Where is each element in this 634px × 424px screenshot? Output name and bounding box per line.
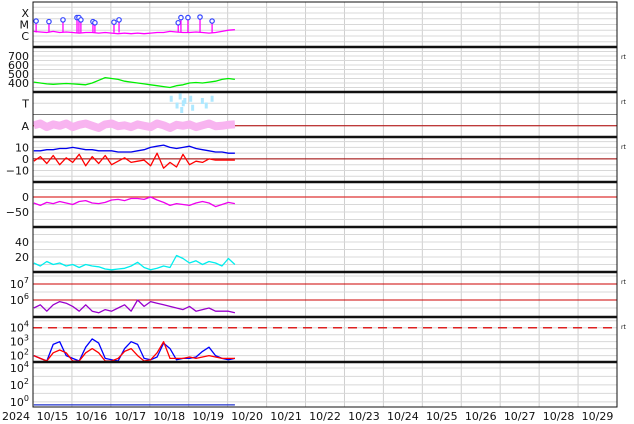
flare-marker — [111, 19, 117, 26]
x-tick-label: 10/18 — [153, 410, 185, 423]
y-tick-label-mag: −10 — [6, 164, 29, 177]
series-bt — [33, 144, 235, 154]
flare-marker — [78, 17, 84, 23]
t-point — [178, 93, 182, 100]
series-proton-blue — [33, 338, 236, 362]
flare-marker — [33, 18, 39, 24]
x-tick-label: 10/27 — [504, 410, 536, 423]
x-tick-label: 10/28 — [543, 410, 575, 423]
y-tick-label-xray: C — [21, 30, 29, 43]
x-tick-label: 10/15 — [37, 410, 69, 423]
reference-lines — [33, 114, 617, 329]
flare-marker — [175, 19, 182, 26]
grid — [33, 2, 617, 407]
t-point — [189, 95, 193, 102]
data-marks — [32, 14, 236, 406]
series-a-index-band — [32, 119, 236, 132]
x-tick-label: 10/21 — [270, 410, 302, 423]
flare-marker — [92, 19, 98, 26]
x-tick-label: 10/17 — [114, 410, 146, 423]
y-tick-label-density: 40 — [15, 236, 29, 249]
x-tick-label: 10/29 — [582, 410, 614, 423]
y-tick-label-proton: 103 — [10, 334, 29, 349]
year-label: 2024 — [2, 410, 30, 423]
y-tick-label-proton: 104 — [10, 320, 29, 335]
x-tick-label: 10/16 — [76, 410, 108, 423]
series-bz — [33, 152, 235, 169]
t-point — [183, 98, 187, 104]
y-tick-label-density: 20 — [15, 251, 29, 264]
series-density — [33, 254, 236, 271]
t-point — [200, 98, 204, 104]
y-tick-label-neutron: 104 — [10, 360, 29, 375]
t-point — [175, 102, 179, 109]
y-tick-label-dst: 0 — [22, 191, 29, 204]
realtime-label: rt — [621, 99, 626, 106]
flare-marker — [209, 18, 215, 24]
series-proton-red — [33, 341, 235, 362]
t-point — [210, 95, 214, 102]
t-point — [204, 102, 208, 109]
space-weather-chart: 10/15 10/16 10/17 10/18 10/19 10/20 10/21 10/22… — [2, 1, 626, 423]
flare-marker — [178, 14, 184, 21]
realtime-label: rt — [621, 279, 626, 286]
x-tick-label: 10/25 — [426, 410, 458, 423]
y-tick-label-speed: 400 — [8, 77, 29, 90]
x-tick-label: 10/20 — [231, 410, 263, 423]
realtime-label: rt — [621, 54, 626, 61]
realtime-label: rt — [621, 324, 626, 331]
t-point — [169, 95, 173, 102]
flare-marker — [197, 14, 203, 20]
flare-marker — [185, 14, 191, 21]
realtime-label: rt — [621, 144, 626, 151]
y-tick-label-neutron: 102 — [10, 377, 29, 392]
flare-marker — [116, 17, 122, 23]
x-tick-label: 10/23 — [348, 410, 380, 423]
series-electron-flux — [33, 299, 236, 314]
y-tick-label-neutron: 100 — [10, 394, 29, 409]
x-tick-label: 10/24 — [387, 410, 419, 423]
t-point — [191, 104, 195, 111]
y-tick-label-kp: A — [21, 120, 29, 133]
flare-marker — [46, 18, 52, 25]
y-tick-label-kp: T — [21, 97, 29, 110]
series-dst — [33, 196, 236, 208]
x-tick-label: 10/22 — [309, 410, 341, 423]
y-tick-label-electron: 106 — [10, 292, 29, 307]
x-tick-label: 10/19 — [192, 410, 224, 423]
flare-marker — [60, 17, 66, 23]
t-point — [180, 107, 184, 113]
x-tick-label: 10/26 — [465, 410, 497, 423]
y-tick-label-electron: 107 — [10, 276, 29, 291]
y-tick-label-dst: −50 — [6, 206, 29, 219]
